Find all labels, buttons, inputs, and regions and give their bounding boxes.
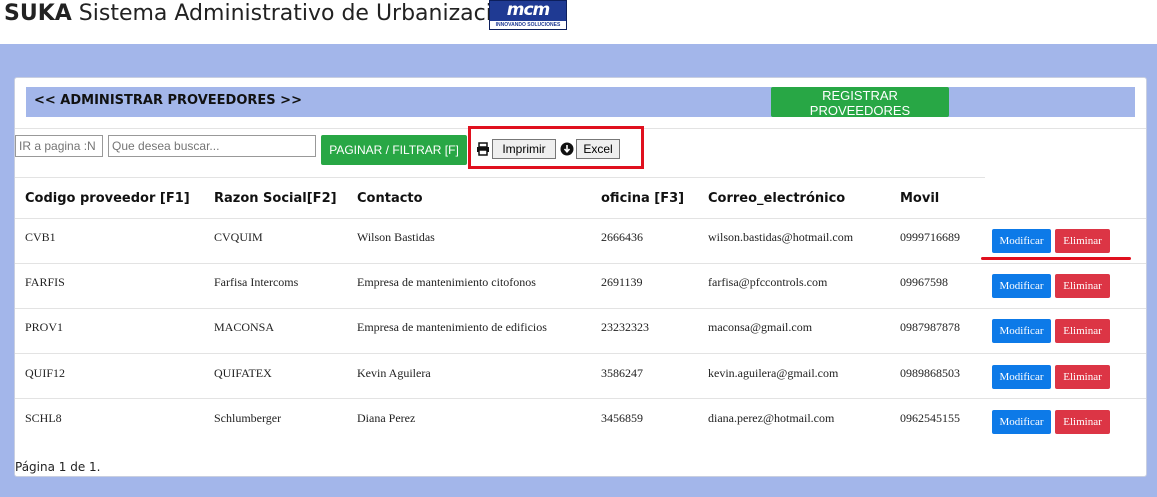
cell-oficina: 2691139 [601, 275, 643, 289]
logo-mark: mcm [506, 0, 551, 20]
row-divider [15, 398, 1146, 399]
cell-movil: 0989868503 [900, 366, 960, 380]
divider [15, 177, 985, 178]
cell-contacto: Wilson Bastidas [357, 230, 435, 244]
top-bar: SUKA Sistema Administrativo de Urbanizac… [0, 0, 1157, 44]
app-title: SUKA Sistema Administrativo de Urbanizac… [4, 1, 544, 26]
cell-movil: 0999716689 [900, 230, 960, 244]
cell-razon: Schlumberger [214, 411, 282, 425]
column-header-correo: Correo_electrónico [708, 191, 846, 206]
cell-razon: CVQUIM [214, 230, 263, 244]
cell-razon: Farfisa Intercoms [214, 275, 299, 289]
search-input[interactable] [108, 135, 316, 157]
download-icon [560, 142, 574, 156]
cell-oficina: 3456859 [601, 411, 643, 425]
cell-movil: 09967598 [900, 275, 948, 289]
column-header-razon-social[interactable]: Razon Social[F2] [214, 191, 337, 206]
highlight-underline [981, 257, 1131, 260]
row-divider [15, 353, 1146, 354]
cell-contacto: Kevin Aguilera [357, 366, 431, 380]
cell-correo: maconsa@gmail.com [708, 320, 813, 334]
row-divider [15, 218, 1146, 219]
cell-movil: 0987987878 [900, 320, 960, 334]
register-providers-button[interactable]: REGISTRAR PROVEEDORES [771, 87, 949, 118]
column-header-oficina[interactable]: oficina [F3] [601, 191, 684, 206]
cell-razon: MACONSA [214, 320, 275, 334]
row-divider [15, 263, 1146, 264]
page-info: Página 1 de 1. [15, 460, 101, 474]
delete-button[interactable]: Eliminar [1055, 410, 1110, 434]
cell-contacto: Diana Perez [357, 411, 416, 425]
cell-correo: wilson.bastidas@hotmail.com [708, 230, 854, 244]
excel-button[interactable]: Excel [576, 139, 620, 159]
modify-button[interactable]: Modificar [992, 365, 1051, 389]
print-button[interactable]: Imprimir [492, 139, 556, 159]
paginate-filter-button[interactable]: PAGINAR / FILTRAR [F] [321, 135, 467, 165]
column-header-contacto: Contacto [357, 191, 423, 206]
logo-tagline: INNOVANDO SOLUCIONES [490, 21, 566, 29]
modify-button[interactable]: Modificar [992, 319, 1051, 343]
cell-correo: kevin.aguilera@gmail.com [708, 366, 839, 380]
cell-codigo: PROV1 [25, 320, 64, 334]
cell-movil: 0962545155 [900, 411, 960, 425]
column-header-codigo[interactable]: Codigo proveedor [F1] [25, 191, 190, 206]
cell-codigo: FARFIS [25, 275, 65, 289]
cell-codigo: CVB1 [25, 230, 56, 244]
modify-button[interactable]: Modificar [992, 274, 1051, 298]
cell-codigo: SCHL8 [25, 411, 62, 425]
delete-button[interactable]: Eliminar [1055, 229, 1110, 253]
modify-button[interactable]: Modificar [992, 229, 1051, 253]
company-logo: mcm INNOVANDO SOLUCIONES [489, 0, 567, 30]
cell-correo: diana.perez@hotmail.com [708, 411, 835, 425]
go-to-page-input[interactable] [15, 135, 103, 157]
delete-button[interactable]: Eliminar [1055, 319, 1110, 343]
cell-razon: QUIFATEX [214, 366, 272, 380]
cell-oficina: 2666436 [601, 230, 643, 244]
section-header: << ADMINISTRAR PROVEEDORES >> [26, 87, 1135, 117]
printer-icon [477, 142, 489, 156]
app-title-bold: SUKA [4, 1, 72, 26]
providers-card: << ADMINISTRAR PROVEEDORES >> REGISTRAR … [14, 77, 1147, 477]
column-header-movil: Movil [900, 191, 940, 206]
cell-oficina: 23232323 [601, 320, 649, 334]
modify-button[interactable]: Modificar [992, 410, 1051, 434]
cell-contacto: Empresa de mantenimiento de edificios [357, 320, 547, 334]
section-title: << ADMINISTRAR PROVEEDORES >> [34, 93, 302, 108]
delete-button[interactable]: Eliminar [1055, 274, 1110, 298]
cell-correo: farfisa@pfccontrols.com [708, 275, 828, 289]
cell-codigo: QUIF12 [25, 366, 66, 380]
export-highlight-box: Imprimir Excel [468, 126, 644, 169]
app-title-rest: Sistema Administrativo de Urbanizaciones [71, 1, 545, 26]
row-divider [15, 308, 1146, 309]
cell-oficina: 3586247 [601, 366, 643, 380]
cell-contacto: Empresa de mantenimiento citofonos [357, 275, 536, 289]
delete-button[interactable]: Eliminar [1055, 365, 1110, 389]
